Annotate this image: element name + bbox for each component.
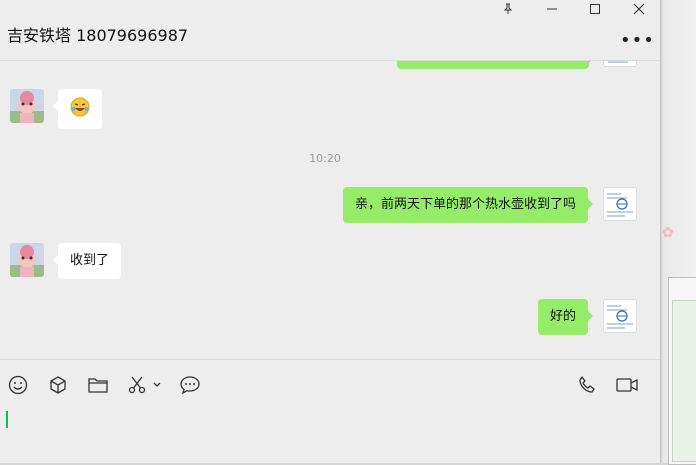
message-composer [0,359,660,463]
more-options-button[interactable]: ••• [620,30,655,51]
chat-window: 吉安铁塔 18079696987 ••• 10:20 亲，前两天下单的那个热水壶… [0,0,660,463]
chat-bubble-icon[interactable] [178,374,202,396]
video-icon[interactable] [614,374,640,396]
avatar-self[interactable] [603,187,637,221]
message-bubble-contact[interactable]: 收到了 [52,243,122,279]
box-icon[interactable] [46,374,70,396]
maximize-icon[interactable] [581,0,609,18]
minimize-icon[interactable] [538,0,566,18]
avatar-self[interactable] [603,61,637,67]
background-decoration: ✿ [662,225,674,241]
avatar-contact[interactable] [10,89,44,123]
background-panel [668,277,696,465]
laughing-emoji-icon [70,97,90,117]
background-panel-content [672,300,696,462]
close-icon[interactable] [625,0,653,18]
message-bubble-self[interactable]: 亲，前两天下单的那个热水壶收到了吗 [342,187,594,223]
avatar-self[interactable] [603,299,637,333]
avatar-contact[interactable] [10,243,44,277]
timestamp: 10:20 [309,152,341,165]
chat-title: 吉安铁塔 18079696987 [7,26,189,45]
message-list[interactable]: 10:20 亲，前两天下单的那个热水壶收到了吗 收到了 好的 [0,61,660,359]
pin-icon[interactable] [494,0,522,18]
title-bar: 吉安铁塔 18079696987 ••• [0,0,660,61]
message-bubble-emoji[interactable] [53,89,102,129]
scissors-icon[interactable] [125,374,149,396]
message-bubble-self[interactable]: 好的 [537,299,594,335]
chevron-down-icon[interactable] [150,374,164,396]
emoji-icon[interactable] [6,374,30,396]
message-bubble-partial[interactable] [397,61,594,69]
text-input-caret[interactable] [6,411,8,428]
phone-icon[interactable] [575,374,599,396]
folder-icon[interactable] [86,374,110,396]
